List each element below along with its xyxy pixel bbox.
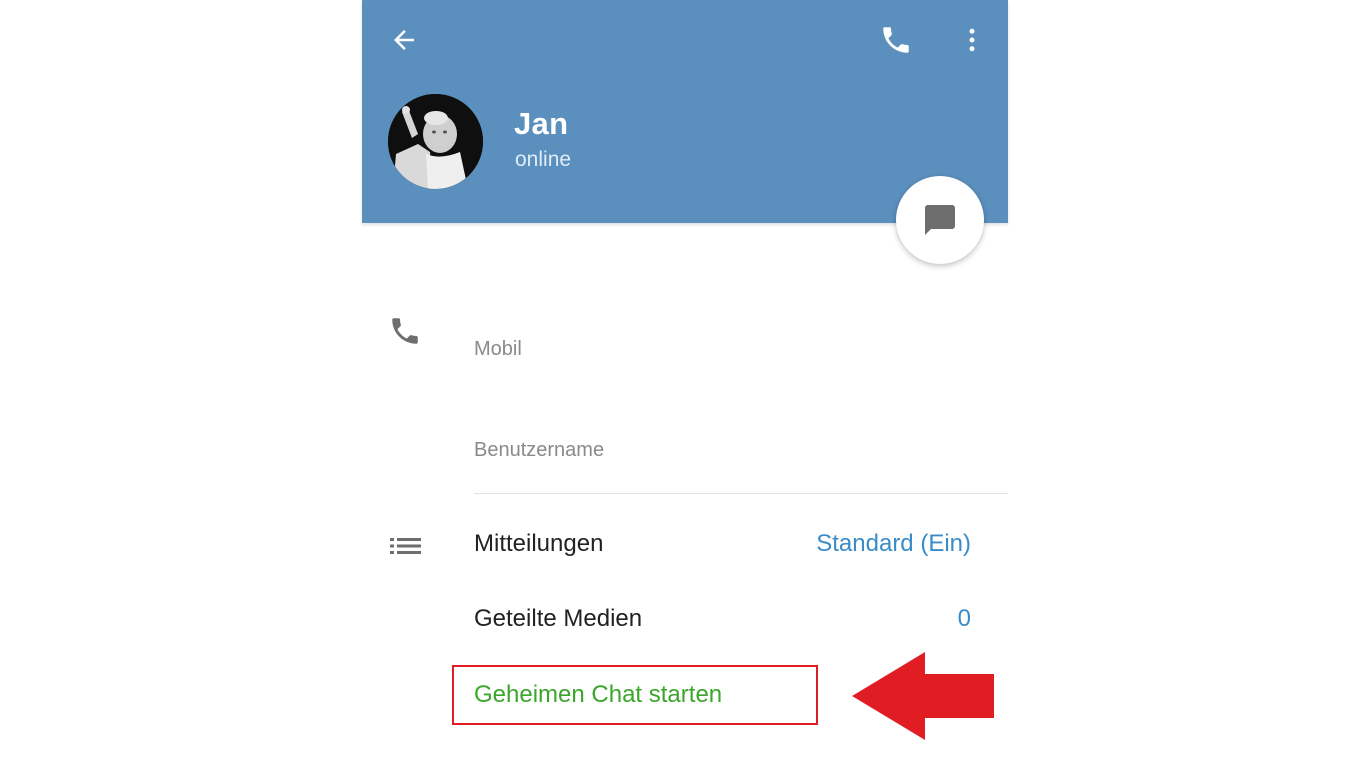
pointer-arrow-icon <box>852 652 994 740</box>
notifications-label: Mitteilungen <box>474 530 604 557</box>
more-vertical-icon <box>969 28 975 52</box>
avatar-photo <box>388 94 483 189</box>
avatar[interactable] <box>388 94 483 189</box>
list-icon <box>390 538 421 554</box>
section-divider <box>474 493 1008 494</box>
send-message-button[interactable] <box>896 176 984 264</box>
back-button[interactable] <box>384 22 424 58</box>
arrow-left-icon <box>394 30 414 50</box>
phone-type-label: Mobil <box>474 338 522 360</box>
notifications-row[interactable]: Mitteilungen Standard (Ein) <box>474 530 971 570</box>
highlight-box <box>452 665 818 725</box>
shared-media-count: 0 <box>957 605 971 632</box>
contact-name: Jan <box>514 106 569 141</box>
phone-icon <box>392 318 418 344</box>
shared-media-label: Geteilte Medien <box>474 605 643 632</box>
phone-icon <box>883 27 909 53</box>
more-menu-button[interactable] <box>956 22 988 58</box>
username-label: Benutzername <box>474 439 605 461</box>
chat-bubble-icon <box>925 205 955 235</box>
online-status: online <box>515 148 572 171</box>
call-button[interactable] <box>876 22 916 58</box>
notifications-value: Standard (Ein) <box>816 530 971 557</box>
shared-media-row[interactable]: Geteilte Medien 0 <box>474 605 971 645</box>
